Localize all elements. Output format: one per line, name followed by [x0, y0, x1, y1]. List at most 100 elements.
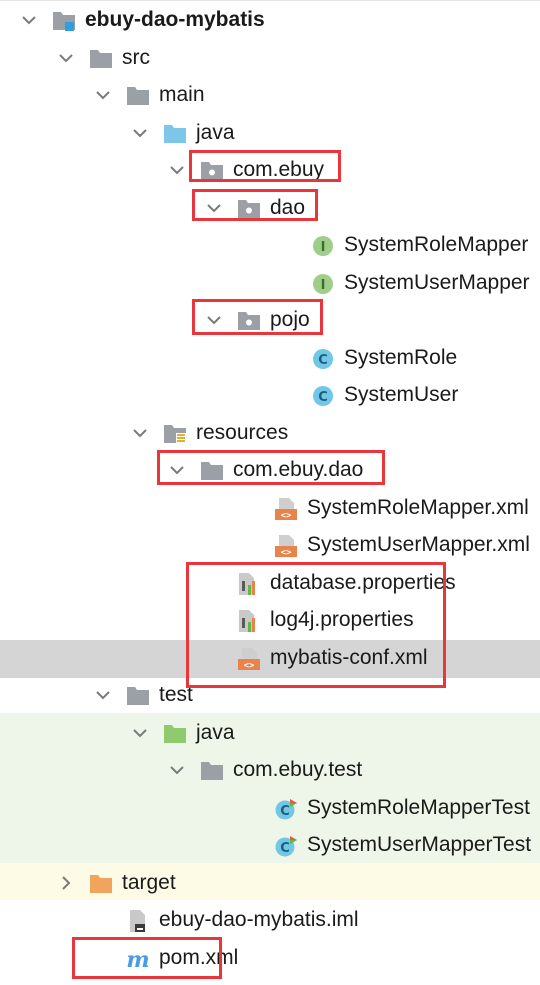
test-class-icon: C — [274, 835, 298, 857]
tree-item-pom[interactable]: m pom.xml — [0, 940, 540, 978]
properties-file-icon — [237, 573, 261, 595]
package-icon — [237, 198, 261, 220]
tree-item-system-role-mapper[interactable]: I SystemRoleMapper — [0, 227, 540, 265]
chevron-right-icon[interactable] — [57, 874, 75, 892]
tree-item-label: com.ebuy.test — [233, 758, 363, 781]
tree-item-com-ebuy[interactable]: com.ebuy — [0, 152, 540, 190]
tree-item-label: test — [159, 683, 193, 706]
tree-item-label: pom.xml — [159, 946, 239, 969]
chevron-down-icon[interactable] — [57, 49, 75, 67]
tree-item-system-user-mapper[interactable]: I SystemUserMapper — [0, 265, 540, 303]
interface-icon: I — [311, 273, 335, 295]
tree-item-test-java[interactable]: java — [0, 715, 540, 753]
tree-item-system-user-mapper-xml[interactable]: <> SystemUserMapper.xml — [0, 527, 540, 565]
tree-item-label: ebuy-dao-mybatis — [85, 8, 265, 31]
tree-item-label: SystemRole — [344, 346, 458, 369]
tree-item-com-ebuy-dao[interactable]: com.ebuy.dao — [0, 452, 540, 490]
tree-item-label: com.ebuy — [233, 158, 325, 181]
package-icon — [200, 160, 224, 182]
tree-item-label: SystemUserMapperTest — [307, 833, 532, 856]
folder-icon — [126, 685, 150, 707]
package-icon — [237, 310, 261, 332]
tree-item-test[interactable]: test — [0, 677, 540, 715]
xml-file-icon: <> — [274, 535, 298, 557]
class-icon: C — [311, 348, 335, 370]
tree-item-src[interactable]: src — [0, 40, 540, 78]
svg-text:<>: <> — [281, 511, 292, 520]
maven-icon: m — [126, 948, 150, 970]
properties-file-icon — [237, 610, 261, 632]
xml-file-icon: <> — [274, 498, 298, 520]
test-root-folder-icon — [163, 723, 187, 745]
tree-item-label: SystemUserMapper — [344, 271, 530, 294]
svg-text:C: C — [318, 353, 328, 368]
tree-item-system-role-mapper-test[interactable]: C SystemRoleMapperTest — [0, 790, 540, 828]
tree-item-dao[interactable]: dao — [0, 190, 540, 228]
tree-item-label: SystemUser — [344, 383, 459, 406]
tree-item-system-user-mapper-test[interactable]: C SystemUserMapperTest — [0, 827, 540, 865]
svg-text:C: C — [280, 841, 290, 856]
chevron-down-icon[interactable] — [205, 199, 223, 217]
tree-item-iml[interactable]: ebuy-dao-mybatis.iml — [0, 902, 540, 940]
svg-text:m: m — [126, 948, 149, 970]
tree-item-pojo[interactable]: pojo — [0, 302, 540, 340]
folder-icon — [126, 85, 150, 107]
tree-item-com-ebuy-test[interactable]: com.ebuy.test — [0, 752, 540, 790]
iml-file-icon — [126, 910, 150, 932]
chevron-down-icon[interactable] — [20, 11, 38, 29]
source-root-folder-icon — [163, 123, 187, 145]
tree-item-label: mybatis-conf.xml — [270, 646, 428, 669]
tree-item-label: log4j.properties — [270, 608, 414, 631]
tree-item-system-role[interactable]: C SystemRole — [0, 340, 540, 378]
interface-icon: I — [311, 235, 335, 257]
tree-item-label: java — [196, 721, 235, 744]
target-folder-icon — [89, 873, 113, 895]
svg-text:C: C — [280, 804, 290, 819]
chevron-down-icon[interactable] — [131, 124, 149, 142]
tree-item-label: dao — [270, 196, 306, 219]
tree-item-system-user[interactable]: C SystemUser — [0, 377, 540, 415]
tree-item-main[interactable]: main — [0, 77, 540, 115]
chevron-down-icon[interactable] — [168, 761, 186, 779]
tree-item-project[interactable]: ebuy-dao-mybatis — [0, 2, 540, 40]
tree-item-database-properties[interactable]: database.properties — [0, 565, 540, 603]
svg-text:C: C — [318, 390, 328, 405]
class-icon: C — [311, 385, 335, 407]
tree-item-label: resources — [196, 421, 289, 444]
folder-icon — [200, 760, 224, 782]
tree-item-target[interactable]: target — [0, 865, 540, 903]
chevron-down-icon[interactable] — [94, 86, 112, 104]
tree-item-label: database.properties — [270, 571, 456, 594]
svg-text:<>: <> — [281, 548, 292, 557]
svg-text:I: I — [321, 240, 326, 255]
tree-item-system-role-mapper-xml[interactable]: <> SystemRoleMapper.xml — [0, 490, 540, 528]
tree-item-mybatis-conf-xml[interactable]: <> mybatis-conf.xml — [0, 640, 540, 678]
tree-item-label: target — [122, 871, 176, 894]
chevron-down-icon[interactable] — [131, 424, 149, 442]
tree-item-label: SystemRoleMapper.xml — [307, 496, 529, 519]
tree-item-label: main — [159, 83, 205, 106]
tree-item-resources[interactable]: resources — [0, 415, 540, 453]
chevron-down-icon[interactable] — [168, 161, 186, 179]
test-class-icon: C — [274, 798, 298, 820]
panel-top-border — [0, 0, 540, 1]
chevron-down-icon[interactable] — [168, 461, 186, 479]
chevron-down-icon[interactable] — [205, 311, 223, 329]
xml-file-icon: <> — [237, 648, 261, 670]
tree-item-label: com.ebuy.dao — [233, 458, 364, 481]
resources-folder-icon — [163, 423, 187, 445]
svg-text:<>: <> — [244, 661, 255, 670]
chevron-down-icon[interactable] — [94, 686, 112, 704]
tree-item-label: SystemUserMapper.xml — [307, 533, 530, 556]
module-folder-icon — [52, 10, 76, 32]
tree-item-label: pojo — [270, 308, 310, 331]
tree-item-label: src — [122, 46, 150, 69]
folder-icon — [200, 460, 224, 482]
tree-item-label: ebuy-dao-mybatis.iml — [159, 908, 359, 931]
folder-icon — [89, 48, 113, 70]
tree-item-label: SystemRoleMapper — [344, 233, 529, 256]
tree-item-label: java — [196, 121, 235, 144]
tree-item-log4j-properties[interactable]: log4j.properties — [0, 602, 540, 640]
tree-item-main-java[interactable]: java — [0, 115, 540, 153]
chevron-down-icon[interactable] — [131, 724, 149, 742]
